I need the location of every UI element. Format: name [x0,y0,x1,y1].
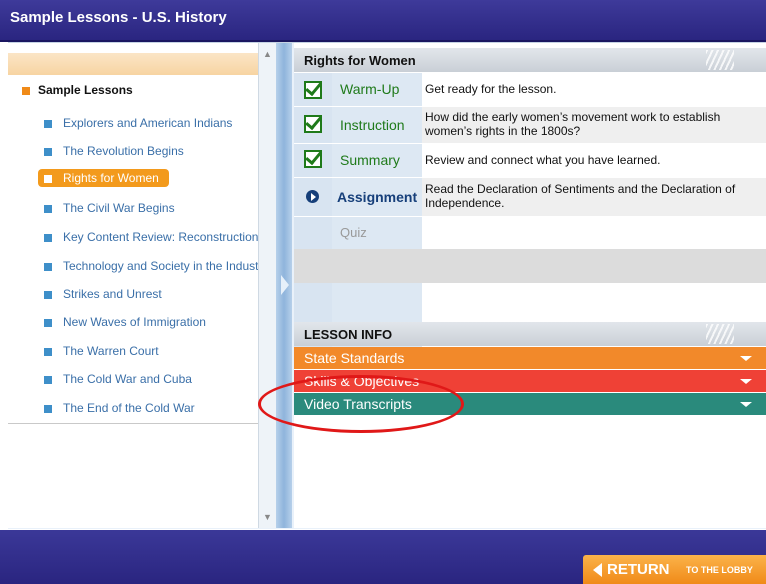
step-icon-cell [294,217,332,249]
lesson-list-header [8,53,258,75]
step-assignment[interactable]: Assignment Read the Declaration of Senti… [294,178,766,216]
sidebar-item-end-cold-war[interactable]: The End of the Cold War [44,401,258,415]
return-to-lobby-button[interactable]: RETURN TO THE LOBBY [583,555,766,584]
bullet-icon [22,86,30,95]
sidebar-item-label: The Cold War and Cuba [63,372,192,386]
bullet-icon [44,233,52,242]
sidebar-item-label: Technology and Society in the Industrial… [63,259,258,273]
step-description: How did the early women’s movement work … [425,110,721,138]
chevron-down-icon [740,402,752,407]
sidebar-item-technology[interactable]: Technology and Society in the Industrial… [44,259,258,273]
bullet-icon [44,119,52,128]
step-label: Quiz [332,217,422,249]
step-warm-up[interactable]: Warm-Up Get ready for the lesson. [294,73,766,106]
step-label: Instruction [332,107,422,143]
expand-arrow-icon[interactable] [281,275,289,295]
lesson-list-panel: Sample Lessons Explorers and American In… [8,43,266,528]
sidebar-item-label: The End of the Cold War [63,401,195,415]
panel-divider[interactable] [276,43,292,528]
sidebar-item-cold-war-cuba[interactable]: The Cold War and Cuba [44,372,258,386]
sidebar-item-label: Explorers and American Indians [63,116,233,130]
lesson-info-header: LESSON INFO [294,322,766,346]
section-label: State Standards [304,350,405,366]
lesson-list-scrollbar[interactable]: ▲ ▼ [258,43,276,528]
bullet-icon [44,204,52,213]
sidebar-item-warren-court[interactable]: The Warren Court [44,344,258,358]
sidebar-item-rights-for-women[interactable]: Rights for Women [38,169,169,187]
step-label: Assignment [332,178,422,216]
sidebar-item-label: The Civil War Begins [63,201,175,215]
step-label: Summary [332,144,422,177]
sidebar-item-label: New Waves of Immigration [63,315,206,329]
scroll-down-icon[interactable]: ▼ [263,512,272,522]
step-instruction[interactable]: Instruction How did the early women’s mo… [294,107,766,143]
root-label: Sample Lessons [38,83,133,97]
sidebar-item-label: Rights for Women [63,171,159,185]
bullet-icon [44,174,52,183]
step-quiz[interactable]: Quiz [294,217,766,249]
sidebar-item-immigration[interactable]: New Waves of Immigration [44,315,258,329]
lesson-list-root[interactable]: Sample Lessons [22,83,133,97]
list-divider [8,423,266,424]
step-icon-cell [294,144,332,177]
step-description: Review and connect what you have learned… [425,153,661,167]
header-hatch [706,50,734,70]
step-label: Warm-Up [332,73,422,106]
sidebar-item-strikes[interactable]: Strikes and Unrest [44,287,258,301]
highlight-circle [258,375,464,433]
return-label: RETURN [607,561,670,578]
sidebar-item-label: The Warren Court [63,344,159,358]
check-icon [304,81,322,99]
step-description: Read the Declaration of Sentiments and t… [425,182,736,210]
state-standards-bar[interactable]: State Standards [294,347,766,369]
bullet-icon [44,318,52,327]
step-description: Get ready for the lesson. [425,82,557,96]
sidebar-item-reconstruction[interactable]: Key Content Review: Reconstruction [44,230,258,244]
chevron-down-icon [740,379,752,384]
bullet-icon [44,262,52,271]
lesson-title: Rights for Women [304,53,416,68]
title-bar: Sample Lessons - U.S. History [0,0,766,42]
step-icon-cell [294,107,332,143]
arrow-left-icon [593,563,602,577]
header-hatch [706,324,734,344]
lesson-header: Rights for Women [294,48,766,72]
lesson-info-title: LESSON INFO [304,327,393,342]
sidebar-item-revolution[interactable]: The Revolution Begins [44,144,258,158]
step-separator [294,249,766,283]
bullet-icon [44,290,52,299]
sidebar-item-explorers[interactable]: Explorers and American Indians [44,116,258,130]
sidebar-item-civil-war[interactable]: The Civil War Begins [44,201,258,215]
sidebar-item-label: Strikes and Unrest [63,287,162,301]
window-title: Sample Lessons - U.S. History [10,9,227,26]
sidebar-item-label: Key Content Review: Reconstruction [63,230,258,244]
step-summary[interactable]: Summary Review and connect what you have… [294,144,766,177]
bullet-icon [44,147,52,156]
play-icon [306,190,319,203]
bullet-icon [44,404,52,413]
bullet-icon [44,347,52,356]
step-icon-cell [294,73,332,106]
chevron-down-icon [740,356,752,361]
check-icon [304,150,322,168]
bullet-icon [44,375,52,384]
return-sublabel: TO THE LOBBY [686,565,753,575]
step-icon-cell [294,178,332,216]
scroll-up-icon[interactable]: ▲ [263,49,272,59]
lesson-detail-panel: Rights for Women Warm-Up Get ready for t… [294,43,766,528]
sidebar-item-label: The Revolution Begins [63,144,184,158]
check-icon [304,115,322,133]
